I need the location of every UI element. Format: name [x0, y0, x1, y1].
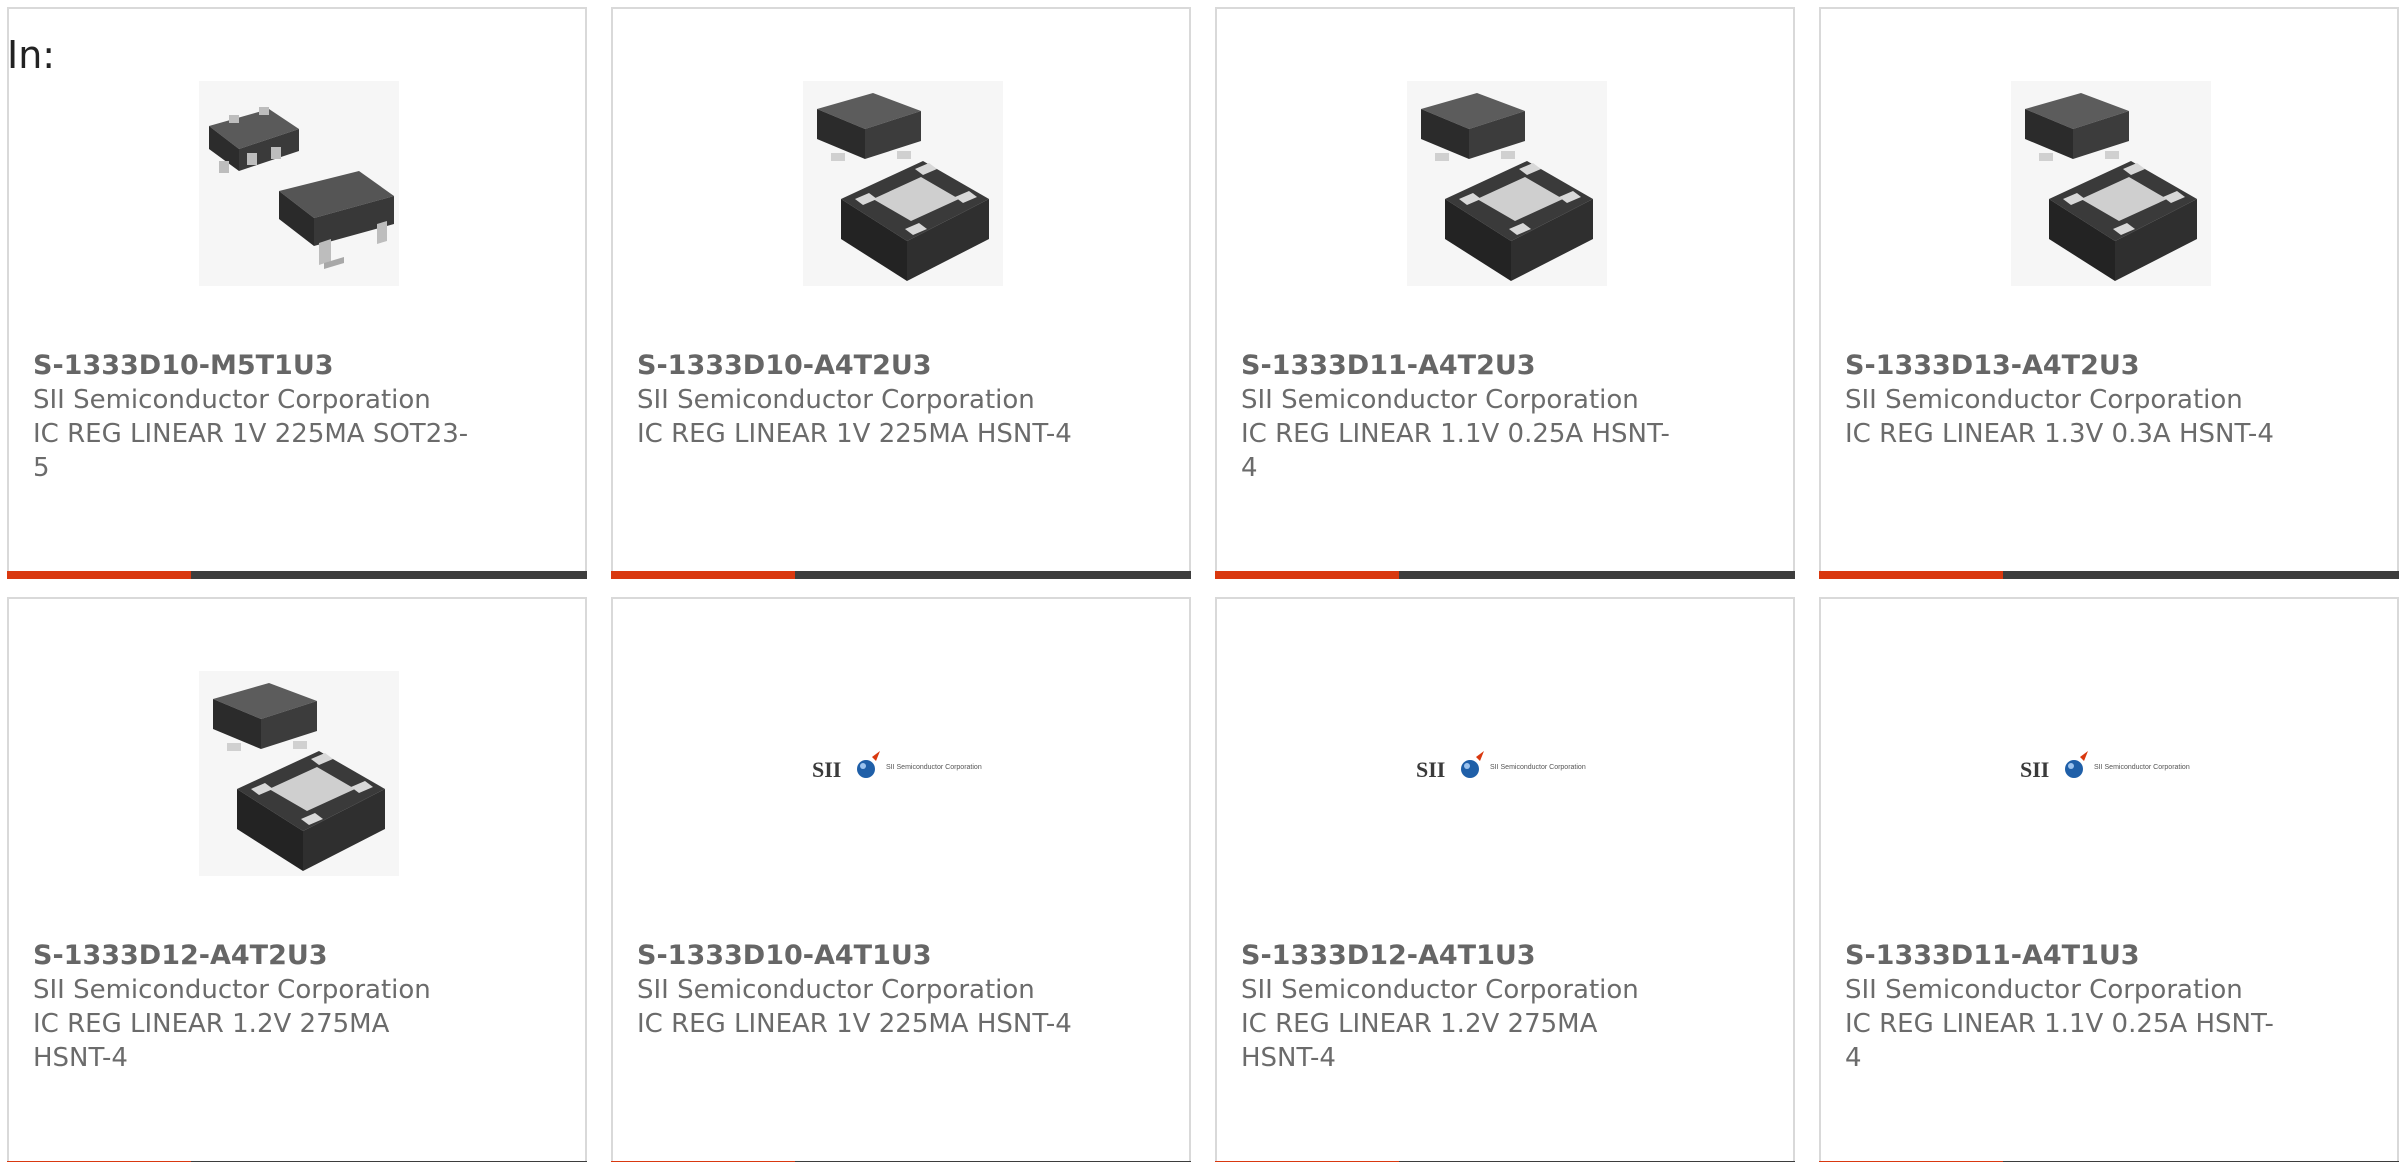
product-description: IC REG LINEAR 1.2V 275MA HSNT-4	[33, 1009, 390, 1073]
part-number[interactable]: S-1333D11-A4T2U3	[1241, 349, 1681, 383]
product-info: S-1333D10-A4T2U3 SII Semiconductor Corpo…	[637, 349, 1077, 451]
manufacturer-name: SII Semiconductor Corporation	[1241, 975, 1639, 1005]
product-description: IC REG LINEAR 1.1V 0.25A HSNT-4	[1241, 419, 1670, 483]
manufacturer-name: SII Semiconductor Corporation	[1845, 975, 2243, 1005]
hsnt-4-package-image	[2011, 81, 2211, 286]
manufacturer-name: SII Semiconductor Corporation	[637, 385, 1035, 415]
card-accent-bar	[611, 571, 795, 579]
card-accent-bar	[7, 571, 191, 579]
card-footer-bar	[7, 571, 587, 579]
manufacturer-name: SII Semiconductor Corporation	[1845, 385, 2243, 415]
hsnt-4-package-image	[1407, 81, 1607, 286]
product-description: IC REG LINEAR 1V 225MA HSNT-4	[637, 419, 1072, 449]
product-description: IC REG LINEAR 1.2V 275MA HSNT-4	[1241, 1009, 1598, 1073]
product-description: IC REG LINEAR 1.1V 0.25A HSNT-4	[1845, 1009, 2274, 1073]
product-card[interactable]: S-1333D10-M5T1U3 SII Semiconductor Corpo…	[7, 7, 587, 579]
manufacturer-name: SII Semiconductor Corporation	[637, 975, 1035, 1005]
product-results-page: In: S-1333D10-M5T1U3 SII Semiconductor C…	[0, 0, 2400, 1162]
part-number[interactable]: S-1333D12-A4T1U3	[1241, 939, 1681, 973]
part-number[interactable]: S-1333D12-A4T2U3	[33, 939, 473, 973]
card-footer-bar	[1215, 571, 1795, 579]
svg-text:SII Semiconductor Corporation: SII Semiconductor Corporation	[1490, 764, 1586, 771]
manufacturer-name: SII Semiconductor Corporation	[33, 385, 431, 415]
product-card[interactable]: S-1333D11-A4T2U3 SII Semiconductor Corpo…	[1215, 7, 1795, 579]
part-number[interactable]: S-1333D10-A4T1U3	[637, 939, 1077, 973]
product-card[interactable]: S-1333D13-A4T2U3 SII Semiconductor Corpo…	[1819, 7, 2399, 579]
manufacturer-name: SII Semiconductor Corporation	[33, 975, 431, 1005]
product-info: S-1333D13-A4T2U3 SII Semiconductor Corpo…	[1845, 349, 2285, 451]
part-number[interactable]: S-1333D10-M5T1U3	[33, 349, 473, 383]
svg-text:SII: SII	[812, 757, 841, 782]
product-card[interactable]: SII SII Semiconductor Corporation S-1333…	[1819, 597, 2399, 1162]
product-card[interactable]: S-1333D10-A4T2U3 SII Semiconductor Corpo…	[611, 7, 1191, 579]
svg-text:SII: SII	[2020, 757, 2049, 782]
product-info: S-1333D12-A4T1U3 SII Semiconductor Corpo…	[1241, 939, 1681, 1075]
manufacturer-name: SII Semiconductor Corporation	[1241, 385, 1639, 415]
card-accent-bar	[1215, 571, 1399, 579]
sii-logo-image: SII SII Semiconductor Corporation	[2020, 751, 2190, 782]
part-number[interactable]: S-1333D11-A4T1U3	[1845, 939, 2285, 973]
sii-logo-image: SII SII Semiconductor Corporation	[1416, 751, 1586, 782]
sii-logo-image: SII SII Semiconductor Corporation	[812, 751, 982, 782]
filter-label: In:	[7, 33, 56, 77]
part-number[interactable]: S-1333D13-A4T2U3	[1845, 349, 2285, 383]
product-grid: S-1333D10-M5T1U3 SII Semiconductor Corpo…	[0, 0, 2400, 1162]
product-info: S-1333D11-A4T2U3 SII Semiconductor Corpo…	[1241, 349, 1681, 485]
hsnt-4-package-image	[199, 671, 399, 876]
product-card[interactable]: S-1333D12-A4T2U3 SII Semiconductor Corpo…	[7, 597, 587, 1162]
product-description: IC REG LINEAR 1.3V 0.3A HSNT-4	[1845, 419, 2274, 449]
product-description: IC REG LINEAR 1V 225MA SOT23-5	[33, 419, 469, 483]
svg-text:SII: SII	[1416, 757, 1445, 782]
card-accent-bar	[1819, 571, 2003, 579]
card-footer-bar	[611, 571, 1191, 579]
card-footer-bar	[1819, 571, 2399, 579]
part-number[interactable]: S-1333D10-A4T2U3	[637, 349, 1077, 383]
svg-text:SII Semiconductor Corporation: SII Semiconductor Corporation	[886, 764, 982, 771]
hsnt-4-package-image	[803, 81, 1003, 286]
svg-text:SII Semiconductor Corporation: SII Semiconductor Corporation	[2094, 764, 2190, 771]
product-description: IC REG LINEAR 1V 225MA HSNT-4	[637, 1009, 1072, 1039]
product-info: S-1333D10-M5T1U3 SII Semiconductor Corpo…	[33, 349, 473, 485]
product-info: S-1333D11-A4T1U3 SII Semiconductor Corpo…	[1845, 939, 2285, 1075]
product-card[interactable]: SII SII Semiconductor Corporation S-1333…	[611, 597, 1191, 1162]
sot23-5-package-image	[199, 81, 399, 286]
product-info: S-1333D10-A4T1U3 SII Semiconductor Corpo…	[637, 939, 1077, 1041]
product-info: S-1333D12-A4T2U3 SII Semiconductor Corpo…	[33, 939, 473, 1075]
product-card[interactable]: SII SII Semiconductor Corporation S-1333…	[1215, 597, 1795, 1162]
